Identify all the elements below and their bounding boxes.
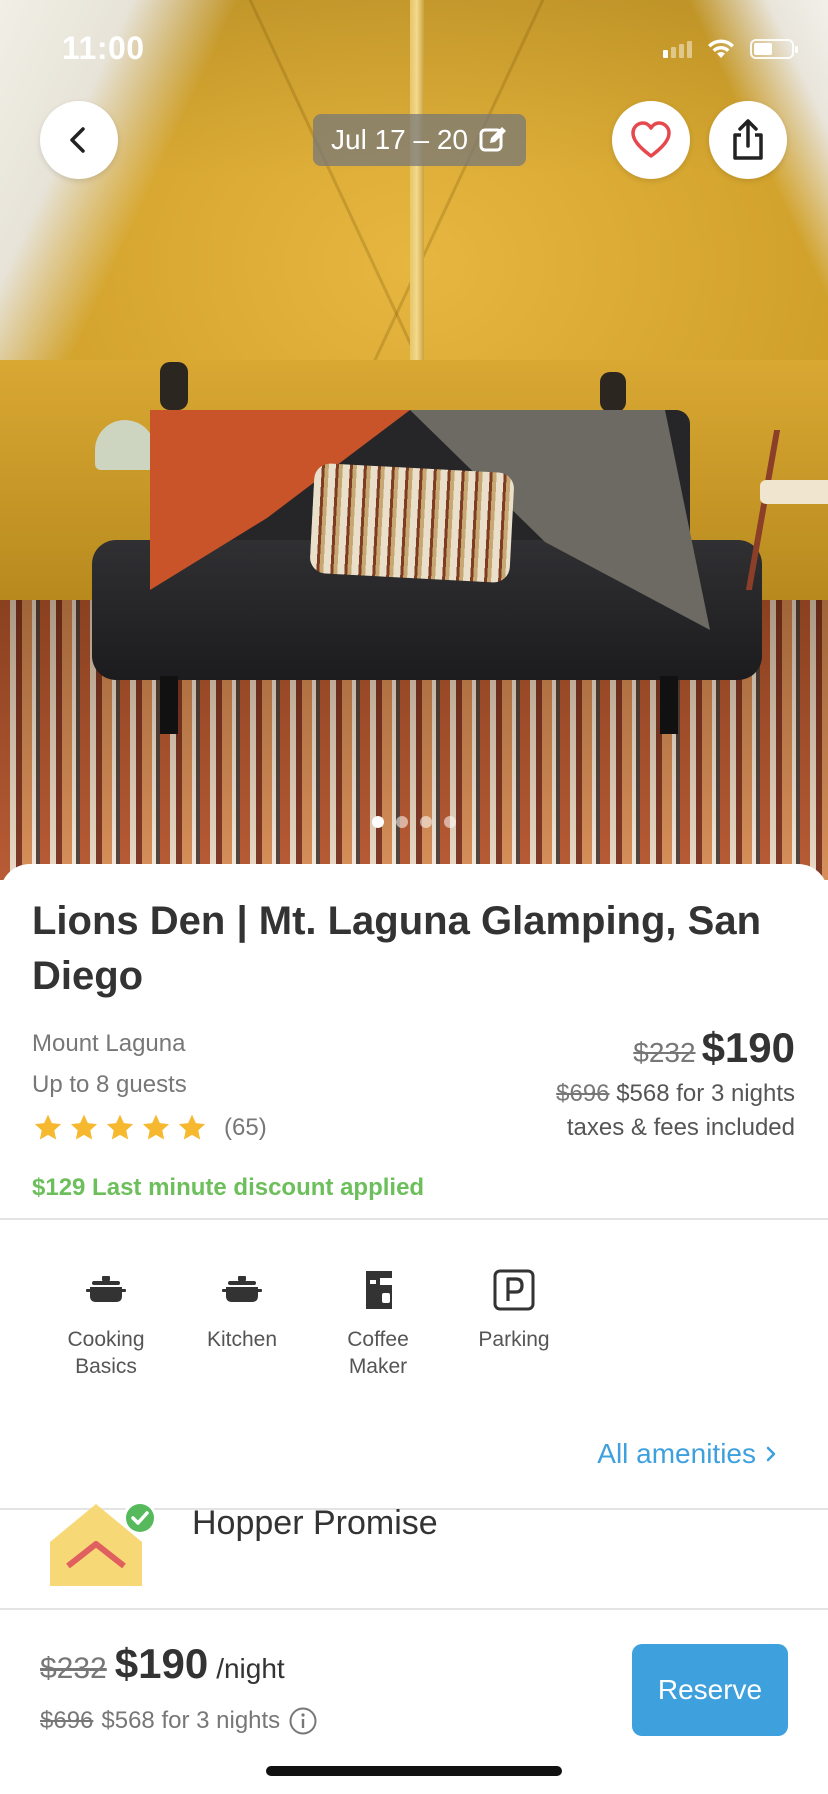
bottom-original-total: $696 <box>40 1707 94 1734</box>
nightly-price: $190 <box>701 1024 795 1071</box>
original-total-price: $696 <box>556 1080 610 1107</box>
price-summary: $232 $190 $696 $568 for 3 nights taxes &… <box>556 1024 795 1142</box>
date-range-label: Jul 17 – 20 <box>331 124 468 155</box>
amenity-label: Cooking Basics <box>67 1328 145 1378</box>
parking-icon <box>493 1269 535 1311</box>
amenity-label: Parking <box>478 1328 550 1351</box>
hopper-promise-icon <box>50 1501 154 1586</box>
divider <box>0 1218 828 1220</box>
amenity-kitchen: Kitchen <box>192 1268 292 1380</box>
heart-icon <box>631 121 671 158</box>
share-icon <box>733 119 763 160</box>
photo-dot[interactable] <box>420 816 432 828</box>
cellular-signal-icon <box>663 40 692 58</box>
cooking-pot-icon <box>86 1276 126 1302</box>
chevron-left-icon <box>70 127 85 153</box>
hopper-promise-title[interactable]: Hopper Promise <box>192 1504 438 1543</box>
share-button[interactable] <box>709 101 787 179</box>
photo-dot[interactable] <box>372 816 384 828</box>
listing-title: Lions Den | Mt. Laguna Glamping, San Die… <box>32 899 762 998</box>
original-nightly-price: $232 <box>633 1037 696 1068</box>
photo-dot[interactable] <box>396 816 408 828</box>
photo-dot[interactable] <box>444 816 456 828</box>
amenity-cooking-basics: Cooking Basics <box>56 1268 156 1380</box>
total-price: $568 for 3 nights <box>616 1080 795 1107</box>
listing-location: Mount Laguna <box>32 1030 186 1057</box>
bottom-original-nightly: $232 <box>40 1652 107 1685</box>
status-icons <box>663 38 798 60</box>
discount-text: $129 Last minute discount applied <box>32 1174 425 1201</box>
edit-icon <box>479 127 506 152</box>
date-range-button[interactable]: Jul 17 – 20 <box>313 114 526 166</box>
bottom-price-unit: /night <box>216 1653 285 1684</box>
home-indicator <box>266 1766 562 1776</box>
reserve-button[interactable]: Reserve <box>632 1644 788 1736</box>
star-icon <box>106 1114 134 1140</box>
rating[interactable]: (65) <box>32 1112 267 1144</box>
listing-guests: Up to 8 guests <box>32 1071 187 1098</box>
wifi-icon <box>708 39 734 58</box>
photo-pagination[interactable] <box>0 816 828 828</box>
taxes-note: taxes & fees included <box>566 1114 795 1141</box>
status-time: 11:00 <box>62 30 145 66</box>
info-icon[interactable] <box>288 1706 318 1736</box>
amenity-coffee-maker: Coffee Maker <box>328 1268 428 1380</box>
star-icon <box>178 1114 206 1140</box>
star-icon <box>70 1114 98 1140</box>
review-count[interactable]: (65) <box>224 1114 267 1142</box>
bottom-total-price: $568 for 3 nights <box>101 1707 281 1734</box>
amenities-list: Cooking Basics Kitchen Coffee Maker Park… <box>56 1268 564 1380</box>
kitchen-pot-icon <box>222 1276 262 1302</box>
all-amenities-link[interactable]: All amenities <box>597 1438 778 1470</box>
amenity-label: Kitchen <box>206 1328 278 1351</box>
chevron-right-icon <box>766 1446 776 1462</box>
star-icon <box>142 1114 170 1140</box>
amenity-parking: Parking <box>464 1268 564 1380</box>
bottom-nightly-price: $190 <box>114 1640 209 1687</box>
favorite-button[interactable] <box>612 101 690 179</box>
battery-icon <box>750 39 798 59</box>
coffee-maker-icon <box>366 1271 392 1309</box>
star-icon <box>34 1114 62 1140</box>
amenity-label: Coffee Maker <box>347 1328 409 1378</box>
all-amenities-label: All amenities <box>597 1438 756 1469</box>
back-button[interactable] <box>40 101 118 179</box>
